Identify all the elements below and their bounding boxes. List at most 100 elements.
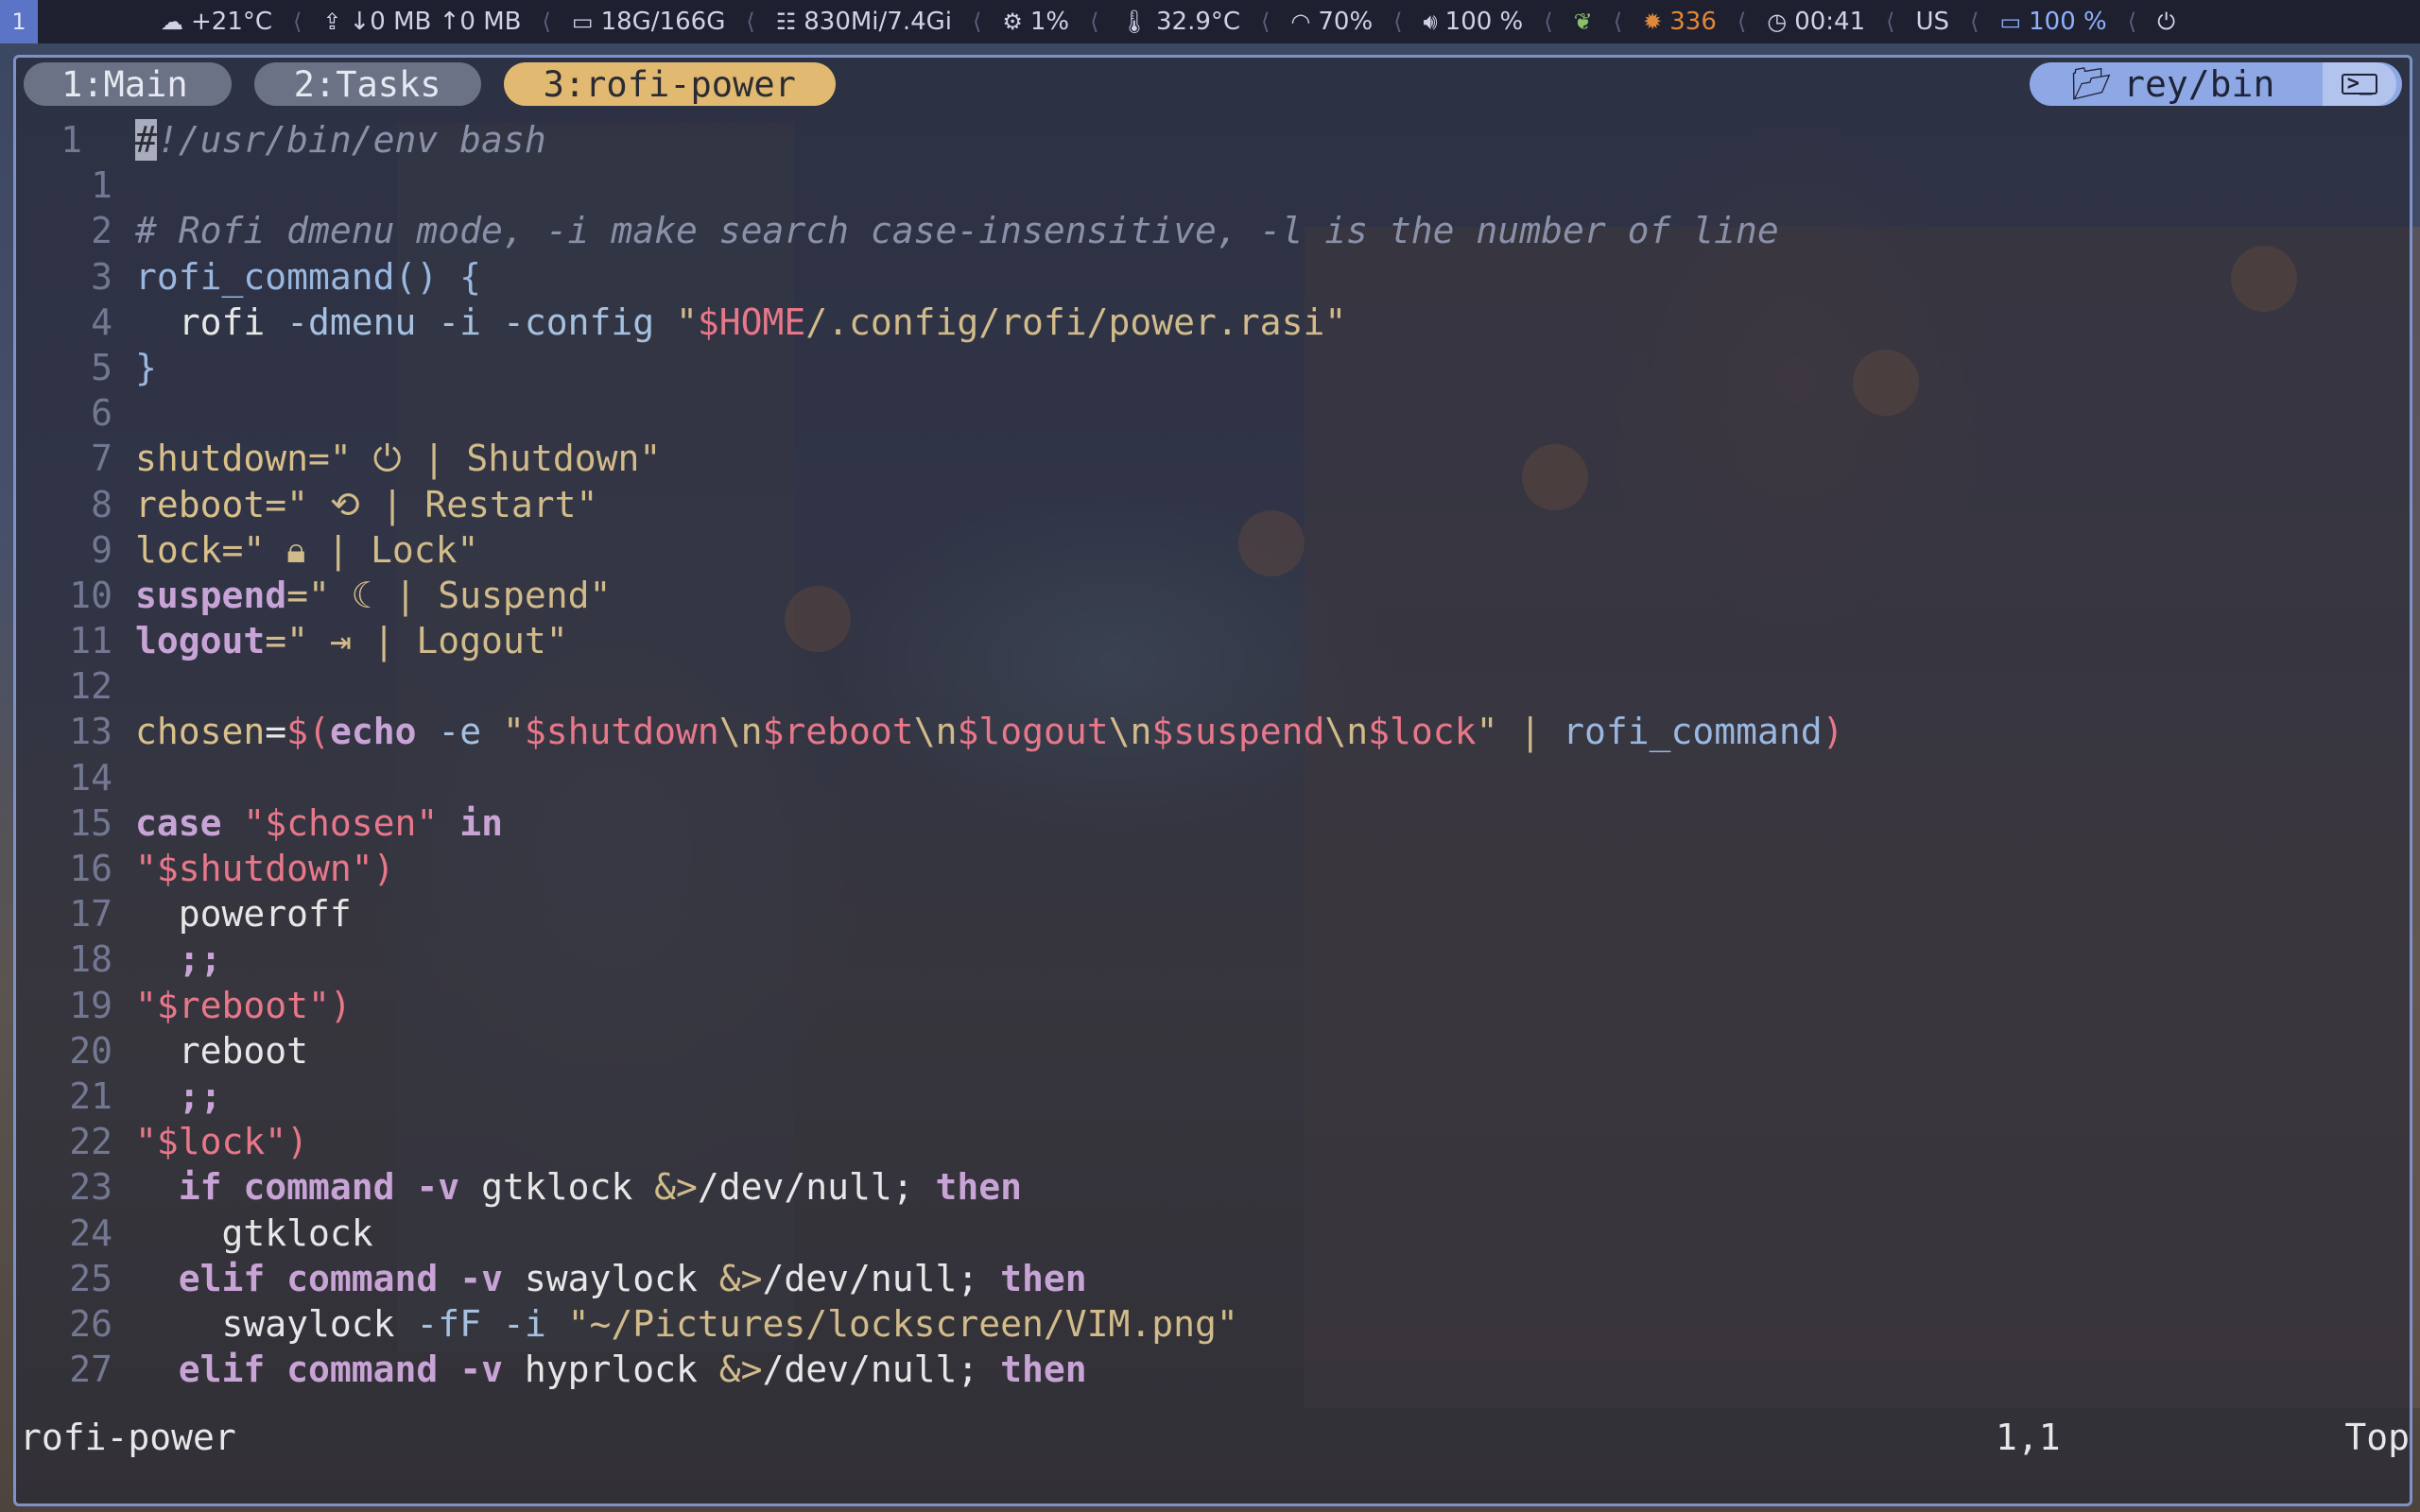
brightness-module[interactable]: ✹ 336 (1643, 8, 1717, 36)
line-number: 20 (69, 1029, 112, 1072)
bar-separator: ⟨ (1544, 9, 1553, 35)
vim-tabline: 1:Main 2:Tasks 3:rofi-power 📂︎ rey/bin >… (16, 58, 2410, 111)
tab-tasks[interactable]: 2:Tasks (253, 62, 481, 106)
code-text: "$shutdown") (135, 848, 395, 889)
clock-icon: ◷ (1767, 9, 1788, 35)
volume-module[interactable]: 🔊︎ 100 % (1424, 8, 1524, 36)
code-text: "$chosen" (221, 801, 460, 844)
line-number: 14 (69, 756, 112, 799)
directory-indicator[interactable]: 📂︎ rey/bin >_ (2030, 62, 2402, 106)
status-cursor-position: 1,1 (1996, 1417, 2061, 1458)
code-line: 9 lock=" 🔒︎ | Lock" (16, 527, 2410, 573)
tab-rofi-power[interactable]: 3:rofi-power (503, 62, 836, 106)
cpu-module[interactable]: ⚙ 1% (1002, 8, 1069, 36)
code-text: " (502, 711, 525, 753)
bar-separator: ⟨ (1393, 9, 1403, 35)
code-line: 6 (16, 390, 2410, 436)
line-number: 7 (91, 438, 112, 480)
battery-text: 100 % (2029, 8, 2107, 36)
top-status-bar: 1 ☁ +21°C ⟨ ⇪ ↓0 MB ↑0 MB ⟨ ▭ 18G/166G ⟨… (0, 0, 2420, 43)
code-text: -v (394, 1166, 460, 1209)
code-line: 26 swaylock -fF -i "~/Pictures/lockscree… (16, 1301, 2410, 1347)
bar-separator: ⟨ (293, 9, 302, 35)
code-text: command (221, 1166, 395, 1209)
terminal-icon: >_ (2323, 62, 2396, 106)
code-text: "$reboot") (135, 984, 352, 1026)
code-text: rofi (135, 301, 266, 343)
code-text: hyprlock (502, 1349, 719, 1391)
battery-module[interactable]: ▭ 100 % (1999, 8, 2106, 36)
code-text: /dev/null (697, 1166, 892, 1209)
leaf-module[interactable]: ❦ (1574, 9, 1593, 35)
disk-icon: ▭ (571, 9, 594, 35)
line-number: 13 (69, 711, 112, 753)
cpu-text: 1% (1029, 8, 1070, 36)
bar-separator: ⟨ (2127, 9, 2137, 35)
code-text: -dmenu -i -config (265, 301, 676, 343)
line-number: 27 (69, 1349, 112, 1391)
bar-separator: ⟨ (1261, 9, 1270, 35)
code-text: =" 🔒︎ | Lock" (221, 528, 479, 571)
line-number: 25 (69, 1257, 112, 1299)
disk-module[interactable]: ▭ 18G/166G (572, 8, 725, 36)
code-text: ; (957, 1257, 1001, 1299)
network-module[interactable]: ⇪ ↓0 MB ↑0 MB (322, 8, 521, 36)
code-line: 24 gtklock (16, 1211, 2410, 1256)
directory-label: rey/bin (2123, 63, 2275, 105)
code-text: case (135, 801, 222, 844)
terminal-window[interactable]: 1:Main 2:Tasks 3:rofi-power 📂︎ rey/bin >… (13, 55, 2412, 1506)
vim-statusline: rofi-power 1,1 Top (16, 1415, 2410, 1460)
keyboard-layout-text: US (1915, 8, 1950, 36)
code-text: "$lock") (135, 1121, 309, 1163)
code-line: 13 chosen=$(echo -e "$shutdown\n$reboot\… (16, 709, 2410, 754)
code-text: -fF -i (394, 1302, 568, 1345)
code-line: 3 rofi_command() { (16, 254, 2410, 300)
code-text: =" ⟲ | Restart" (265, 483, 598, 525)
status-filename: rofi-power (20, 1417, 236, 1458)
clock-module[interactable]: ◷ 00:41 (1767, 8, 1865, 36)
power-button[interactable]: ⏻ (2157, 9, 2175, 35)
code-line: 19 "$reboot") (16, 983, 2410, 1028)
temperature-text: 32.9°C (1155, 8, 1241, 36)
code-text: $reboot (762, 711, 914, 753)
code-buffer[interactable]: 1 #!/usr/bin/env bash 1 2 # Rofi dmenu m… (16, 117, 2410, 1392)
network-text: ↓0 MB ↑0 MB (349, 8, 522, 36)
line-number: 18 (69, 938, 112, 981)
code-text: $shutdown (524, 711, 719, 753)
battery-icon: ▭ (1999, 9, 2022, 35)
keyboard-layout-module[interactable]: US (1916, 8, 1950, 36)
code-text: =" ⏻ | Shutdown" (308, 438, 662, 480)
code-text: $( (286, 711, 330, 753)
line-number: 1 (91, 164, 112, 207)
code-line: 4 rofi -dmenu -i -config "$HOME/.config/… (16, 300, 2410, 345)
leaf-icon: ❦ (1573, 9, 1593, 35)
memory-module[interactable]: ☷ 830Mi/7.4Gi (776, 8, 952, 36)
code-text: \n (913, 711, 958, 753)
wifi-icon: ◠ (1290, 9, 1311, 35)
code-line: 22 "$lock") (16, 1119, 2410, 1164)
brightness-text: 336 (1669, 8, 1717, 36)
workspace-indicator[interactable]: 1 (0, 0, 38, 43)
line-number: 12 (69, 665, 112, 708)
tab-main[interactable]: 1:Main (24, 62, 232, 106)
code-text: logout (135, 620, 266, 662)
line-number: 17 (69, 893, 112, 936)
line-number: 19 (69, 984, 112, 1026)
workspace-number: 1 (11, 9, 26, 35)
wifi-module[interactable]: ◠ 70% (1290, 8, 1373, 36)
code-text: !/usr/bin/env bash (156, 119, 546, 161)
temperature-module[interactable]: 🌡︎ 32.9°C (1120, 8, 1241, 36)
code-text: chosen (135, 711, 266, 753)
code-text: ;; (135, 1074, 222, 1117)
weather-module[interactable]: ☁ +21°C (161, 8, 272, 36)
code-line: 10 suspend=" ☾ | Suspend" (16, 573, 2410, 618)
tab-label: 3:rofi-power (543, 63, 796, 105)
code-text: rofi_command (1563, 711, 1823, 753)
code-text: elif (135, 1257, 266, 1299)
code-text: ;; (135, 938, 222, 981)
line-number: 26 (69, 1302, 112, 1345)
line-number: 10 (69, 574, 112, 616)
code-line: 2 # Rofi dmenu mode, -i make search case… (16, 208, 2410, 253)
memory-text: 830Mi/7.4Gi (804, 8, 952, 36)
memory-icon: ☷ (775, 9, 797, 35)
